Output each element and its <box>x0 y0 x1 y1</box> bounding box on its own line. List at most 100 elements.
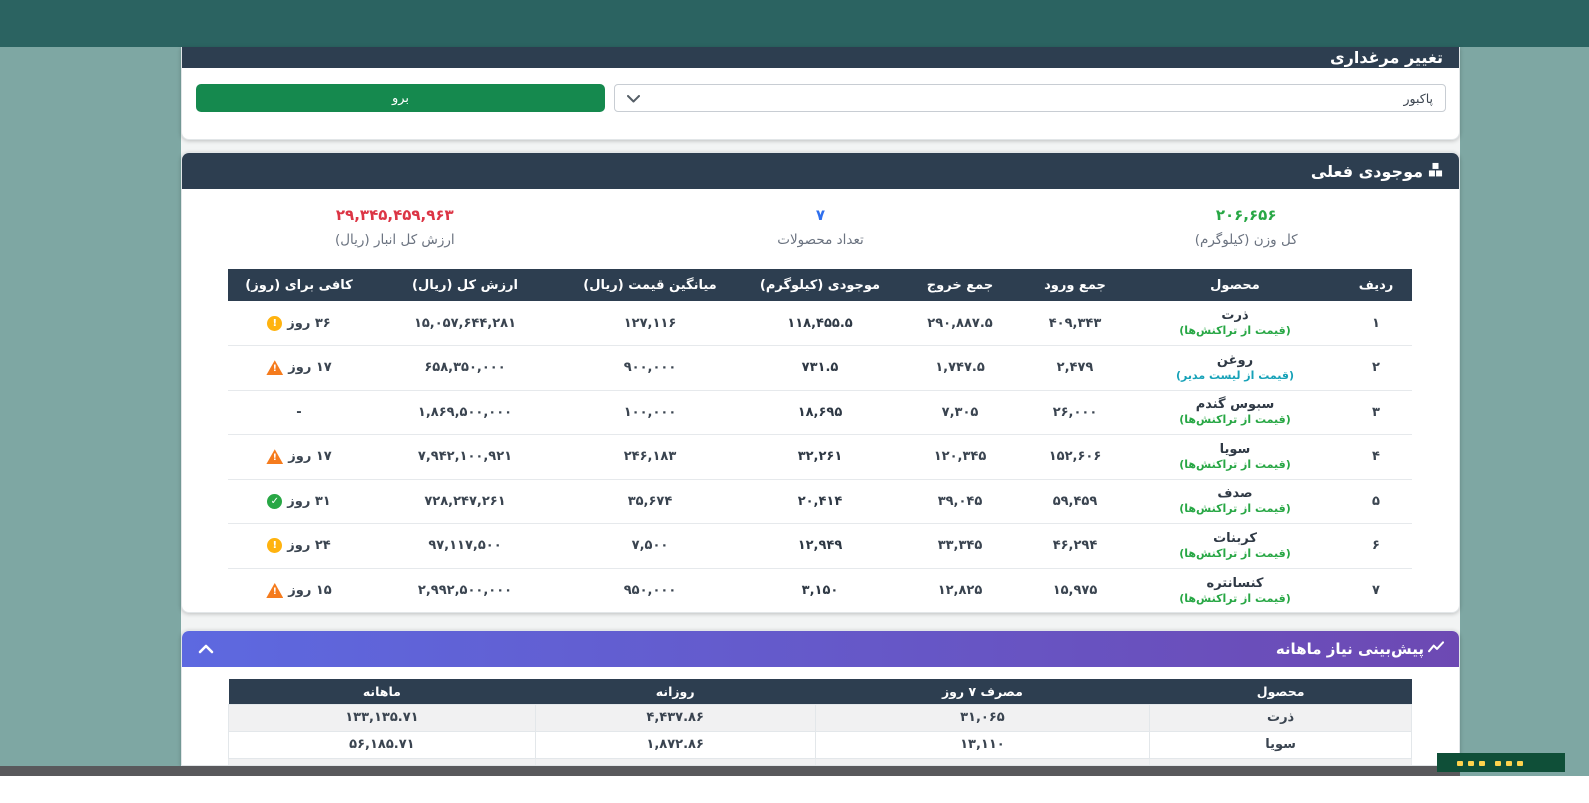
table-row: ذرت ۳۱,۰۶۵ ۴,۴۳۷.۸۶ ۱۳۳,۱۳۵.۷۱ <box>229 704 1412 731</box>
farm-select[interactable]: پاکبور <box>614 84 1446 112</box>
product-name: سویا <box>1134 442 1336 458</box>
col-total-value: ارزش کل (ریال) <box>370 269 560 301</box>
chart-line-icon <box>1428 640 1445 658</box>
cell-stock: ۳۲,۲۶۱ <box>740 435 900 480</box>
cell-avg-price: ۹۵۰,۰۰۰ <box>560 568 740 613</box>
col-product: محصول <box>1150 679 1412 704</box>
cell-avg-price: ۷,۵۰۰ <box>560 524 740 569</box>
cell-sufficient: ۳۶ روز <box>228 301 370 346</box>
farm-switcher-body: پاکبور برو <box>182 68 1459 139</box>
cell-total-out: ۳۳,۳۴۵ <box>900 524 1020 569</box>
cell-monthly: ۱۳۳,۱۳۵.۷۱ <box>229 704 536 731</box>
cell-total-in: ۲,۴۷۹ <box>1020 346 1130 391</box>
price-source: (قیمت از لیست مدیر) <box>1134 369 1336 383</box>
table-row: ۲ روغن (قیمت از لیست مدیر) ۲,۴۷۹ ۱,۷۴۷.۵… <box>228 346 1412 391</box>
col-monthly: ماهانه <box>229 679 536 704</box>
cell-index: ۶ <box>1340 524 1412 569</box>
price-source: (قیمت از تراکنش‌ها) <box>1134 413 1336 427</box>
cell-total-value: ۹۷,۱۱۷,۵۰۰ <box>370 524 560 569</box>
stat-total-value-value: ۲۹,۳۴۵,۴۵۹,۹۶۳ <box>182 206 608 224</box>
stat-product-count-label: تعداد محصولات <box>608 232 1034 248</box>
product-name: صدف <box>1134 486 1336 502</box>
forecast-card: پیش‌بینی نیاز ماهانه محصول مصرف ۷ روز رو… <box>181 630 1460 766</box>
go-button[interactable]: برو <box>196 84 605 112</box>
collapse-button[interactable] <box>196 640 216 659</box>
warning-circle-icon <box>267 538 282 553</box>
cell-stock: ۲۰,۴۱۴ <box>740 479 900 524</box>
cell-stock: ۱۸,۶۹۵ <box>740 390 900 435</box>
cell-total-out: ۱۲۰,۳۴۵ <box>900 435 1020 480</box>
cell-avg-price: ۱۲۷,۱۱۶ <box>560 301 740 346</box>
cell-stock: ۷۳۱.۵ <box>740 346 900 391</box>
cell-avg-price: ۱۰۰,۰۰۰ <box>560 390 740 435</box>
cell-total-in: ۵۹,۴۵۹ <box>1020 479 1130 524</box>
col-stock: موجودی (کیلوگرم) <box>740 269 900 301</box>
cell-total-out: ۱,۷۴۷.۵ <box>900 346 1020 391</box>
forecast-title: پیش‌بینی نیاز ماهانه <box>1276 640 1424 658</box>
table-row: ۵ صدف (قیمت از تراکنش‌ها) ۵۹,۴۵۹ ۳۹,۰۴۵ … <box>228 479 1412 524</box>
table-row-partial <box>229 758 1412 766</box>
price-source: (قیمت از تراکنش‌ها) <box>1134 547 1336 561</box>
days-text: - <box>296 405 301 420</box>
cell-total-value: ۷,۹۴۲,۱۰۰,۹۲۱ <box>370 435 560 480</box>
cell-product: صدف (قیمت از تراکنش‌ها) <box>1130 479 1340 524</box>
farm-switcher-header: تغییر مرغداری <box>182 47 1459 68</box>
inventory-title: موجودی فعلی <box>1311 162 1423 181</box>
col-avg-price: میانگین قیمت (ریال) <box>560 269 740 301</box>
cell-total-in: ۴۰۹,۳۴۳ <box>1020 301 1130 346</box>
cell-sufficient: ۱۷ روز <box>228 435 370 480</box>
cell-product: کنسانتره (قیمت از تراکنش‌ها) <box>1130 568 1340 613</box>
cell-product: سویا <box>1150 731 1412 758</box>
table-row: ۴ سویا (قیمت از تراکنش‌ها) ۱۵۲,۶۰۶ ۱۲۰,۳… <box>228 435 1412 480</box>
cell-product: سبوس گندم (قیمت از تراکنش‌ها) <box>1130 390 1340 435</box>
col-daily: روزانه <box>535 679 815 704</box>
stat-total-weight-value: ۲۰۶,۶۵۶ <box>1033 206 1459 224</box>
warning-triangle-icon <box>266 583 283 598</box>
cell-index: ۴ <box>1340 435 1412 480</box>
table-row: ۶ کربنات (قیمت از تراکنش‌ها) ۴۶,۲۹۴ ۳۳,۳… <box>228 524 1412 569</box>
cell-product: کربنات (قیمت از تراکنش‌ها) <box>1130 524 1340 569</box>
cell-avg-price: ۳۵,۶۷۴ <box>560 479 740 524</box>
table-row: ۳ سبوس گندم (قیمت از تراکنش‌ها) ۲۶,۰۰۰ ۷… <box>228 390 1412 435</box>
forecast-title-wrap: پیش‌بینی نیاز ماهانه <box>1276 640 1445 658</box>
stat-total-weight: ۲۰۶,۶۵۶ کل وزن (کیلوگرم) <box>1033 206 1459 248</box>
cell-total-value: ۷۲۸,۲۴۷,۲۶۱ <box>370 479 560 524</box>
cell-sufficient: - <box>228 390 370 435</box>
cell-sufficient: ۳۱ روز <box>228 479 370 524</box>
cell-avg-price: ۹۰۰,۰۰۰ <box>560 346 740 391</box>
top-teal-bar <box>0 0 1589 47</box>
days-text: ۲۴ روز <box>287 538 330 553</box>
farm-switcher-title: تغییر مرغداری <box>1330 48 1443 67</box>
cell-product: ذرت <box>1150 704 1412 731</box>
col-index: ردیف <box>1340 269 1412 301</box>
product-name: کربنات <box>1134 531 1336 547</box>
col-total-out: جمع خروج <box>900 269 1020 301</box>
cell-product: ذرت (قیمت از تراکنش‌ها) <box>1130 301 1340 346</box>
cell-total-out: ۷,۳۰۵ <box>900 390 1020 435</box>
cell-index: ۳ <box>1340 390 1412 435</box>
col-sufficient: کافی برای (روز) <box>228 269 370 301</box>
product-name: سبوس گندم <box>1134 397 1336 413</box>
cell-stock: ۱۱۸,۴۵۵.۵ <box>740 301 900 346</box>
warning-circle-icon <box>267 316 282 331</box>
cell-total-value: ۶۵۸,۳۵۰,۰۰۰ <box>370 346 560 391</box>
cell-total-value: ۱۵,۰۵۷,۶۴۴,۲۸۱ <box>370 301 560 346</box>
warning-triangle-icon <box>266 449 283 464</box>
stat-total-value-label: ارزش کل انبار (ریال) <box>182 232 608 248</box>
chevron-down-icon <box>627 91 640 106</box>
stat-total-weight-label: کل وزن (کیلوگرم) <box>1033 232 1459 248</box>
days-text: ۱۵ روز <box>288 583 331 598</box>
cell-product: روغن (قیمت از لیست مدیر) <box>1130 346 1340 391</box>
stat-product-count: ۷ تعداد محصولات <box>608 206 1034 248</box>
cell-consumption-7d: ۱۳,۱۱۰ <box>815 731 1150 758</box>
farm-switcher-card: تغییر مرغداری پاکبور برو <box>181 47 1460 140</box>
product-name: کنسانتره <box>1134 576 1336 592</box>
stat-product-count-value: ۷ <box>608 206 1034 224</box>
days-text: ۱۷ روز <box>288 360 331 375</box>
page: { "colors": { "page_background": "#7ea7a… <box>0 0 1589 803</box>
boxes-icon <box>1428 162 1443 181</box>
cell-daily: ۱,۸۷۲.۸۶ <box>535 731 815 758</box>
col-consumption-7d: مصرف ۷ روز <box>815 679 1150 704</box>
col-product: محصول <box>1130 269 1340 301</box>
product-name: روغن <box>1134 353 1336 369</box>
